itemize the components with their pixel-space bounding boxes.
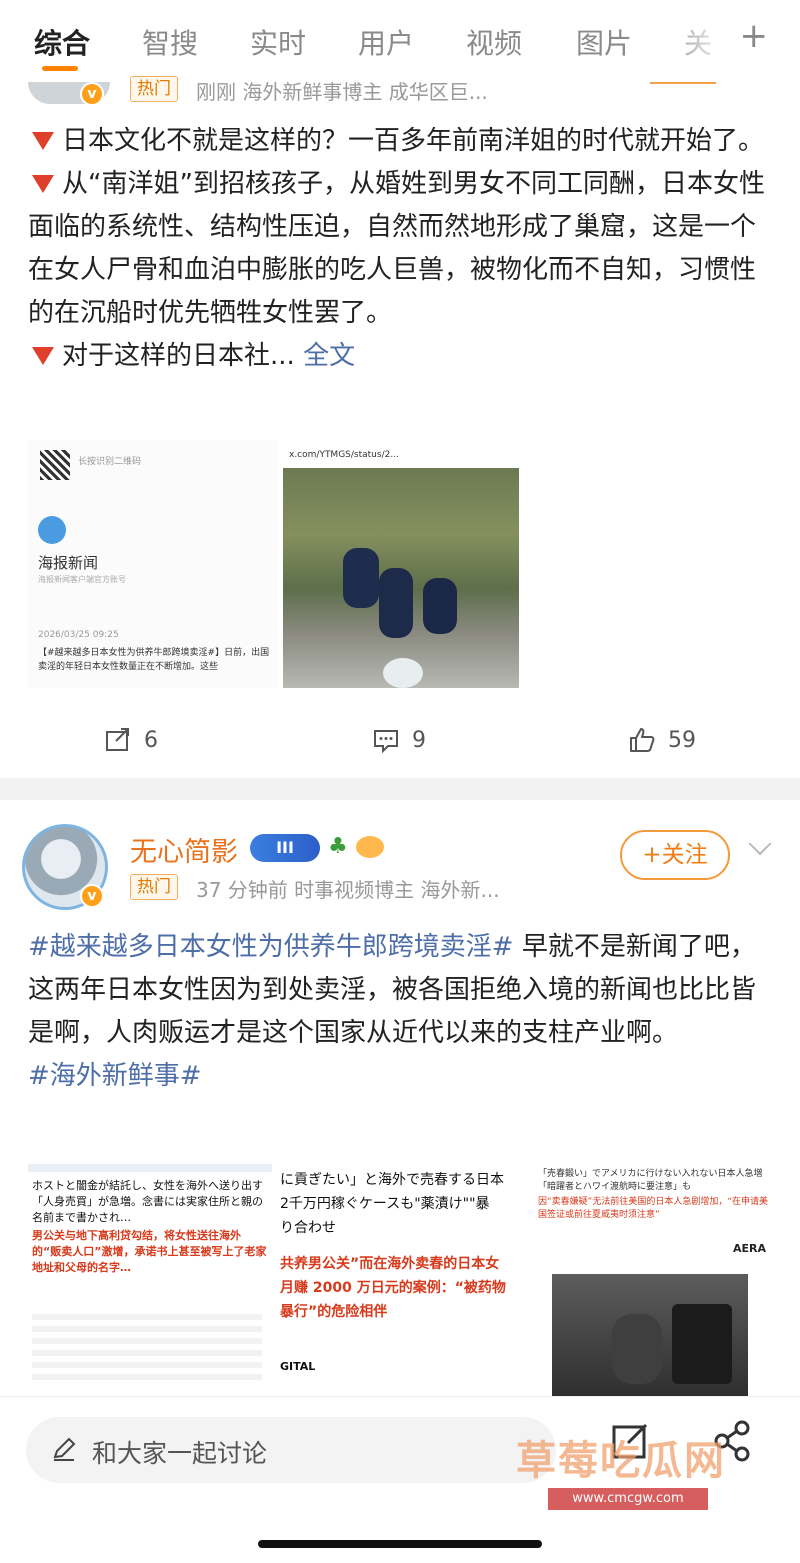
post-card-1: v 热门 刚刚 海外新鲜事博主 成华区巨... 日本文化不就是这样的？一百多年前… — [0, 76, 800, 778]
image-thumbnail-document[interactable]: 长按识别二维码 海报新闻 海报新闻客户端官方账号 2026/03/25 09:2… — [28, 440, 278, 688]
luggage-photo — [552, 1274, 748, 1396]
repost-count: 6 — [144, 727, 158, 753]
image-thumbnail-article[interactable]: に貢ぎたい」と海外で売春する日本 2千万円稼ぐケースも"薬漬け""暴 り合わせ … — [278, 1164, 528, 1396]
article-cn-lines: 共养男公关”而在海外卖春的日本女 月赚 2000 万日元的案例：“被药物 暴行”… — [280, 1256, 506, 1320]
watermark-url: www.cmcgw.com — [548, 1488, 708, 1510]
news-snippet: 【#越来越多日本女性为供养牛郎跨境卖淫#】日前，出国卖淫的年轻日本女性数量正在不… — [38, 648, 270, 672]
sprout-icon: ♣ — [328, 834, 348, 859]
watermark-text: 草莓吃瓜网 — [516, 1438, 726, 1484]
hot-badge: 热门 — [130, 874, 178, 900]
comment-count: 9 — [412, 727, 426, 753]
red-triangle-icon — [32, 346, 54, 365]
person-figure — [343, 548, 379, 608]
username[interactable]: 无心简影 — [130, 830, 238, 869]
like-count: 59 — [668, 727, 696, 753]
person-figure — [612, 1314, 662, 1384]
news-logo-icon — [38, 516, 66, 544]
hashtag-link[interactable]: #海外新鲜事# — [28, 1061, 202, 1091]
post-paragraph: 对于这样的日本社... 全文 — [28, 335, 776, 378]
aera-logo: AERA — [732, 1242, 766, 1255]
photo-url: x.com/YTMGS/status/2... — [289, 450, 399, 460]
verified-badge-icon: v — [80, 82, 104, 106]
level-badge: III — [250, 834, 320, 862]
person-figure — [423, 578, 457, 634]
person-figure — [379, 568, 413, 638]
tab-realtime[interactable]: 实时 — [250, 22, 306, 62]
article-body-lines — [32, 1314, 262, 1384]
post-meta: 37 分钟前 时事视频博主 海外新... — [196, 878, 500, 902]
article-footer: GITAL — [280, 1360, 316, 1373]
news-date: 2026/03/25 09:25 — [38, 630, 119, 640]
tab-fade — [660, 0, 730, 82]
water-splash — [383, 658, 423, 688]
follow-button-edge[interactable] — [650, 82, 716, 84]
active-tab-indicator — [42, 66, 78, 71]
hot-badge: 热门 — [130, 76, 178, 102]
chevron-down-icon[interactable] — [748, 832, 772, 856]
image-thumbnail-article[interactable]: ホストと闇金が結託し、女性を海外へ送り出す「人身売買」が急増。念書には実家住所と… — [28, 1164, 272, 1396]
article-cn-text: 男公关与地下高利贷勾结，将女性送往海外的“贩卖人口”激增，承诺书上甚至被写上了老… — [32, 1229, 267, 1274]
hashtag-link[interactable]: #越来越多日本女性为供养牛郎跨境卖淫# — [28, 932, 514, 962]
red-triangle-icon — [32, 131, 54, 150]
tab-images[interactable]: 图片 — [576, 22, 632, 62]
article-jp-lines: に貢ぎたい」と海外で売春する日本 2千万円稼ぐケースも"薬漬け""暴 り合わせ — [280, 1172, 504, 1236]
tab-video[interactable]: 视频 — [466, 22, 522, 62]
comment-input[interactable]: 和大家一起讨论 — [26, 1417, 556, 1483]
full-text-link[interactable]: 全文 — [303, 341, 355, 371]
repost-button[interactable]: 6 — [104, 726, 158, 754]
post-meta: 刚刚 海外新鲜事博主 成华区巨... — [196, 80, 488, 104]
post-action-bar: 6 9 59 — [0, 712, 800, 778]
suitcase — [672, 1304, 732, 1384]
image-thumbnail-photo[interactable]: x.com/YTMGS/status/2... — [283, 440, 519, 688]
home-indicator[interactable] — [258, 1540, 542, 1548]
article-cn-text: 因“卖春嫌疑”无法前往美国的日本人急剧增加，“在申请美国签证或前往夏威夷时须注意… — [538, 1197, 768, 1220]
article-header-bar — [28, 1164, 272, 1172]
repost-icon — [106, 728, 129, 751]
news-brand: 海报新闻 — [38, 554, 99, 572]
post-paragraph: 从“南洋姐”到招核孩子，从婚姓到男女不同工同酬，日本女性面临的系统性、结构性压迫… — [28, 169, 765, 328]
comment-icon — [374, 730, 398, 754]
image-thumbnail-article[interactable]: 「売春鍛い」でアメリカに行けない入れない日本人急増 「暗躍者とハワイ渡航時に要注… — [534, 1164, 774, 1396]
like-button[interactable]: 59 — [628, 726, 696, 754]
tab-comprehensive[interactable]: 综合 — [34, 22, 90, 62]
pencil-icon — [53, 1437, 76, 1461]
thumbs-up-icon — [630, 728, 655, 752]
qr-code-icon — [40, 450, 70, 480]
follow-button[interactable]: +关注 — [620, 830, 730, 880]
qr-caption: 长按识别二维码 — [78, 457, 142, 467]
post-paragraph: 日本文化不就是这样的？一百多年前南洋姐的时代就开始了。 — [28, 120, 776, 163]
verified-badge-icon: v — [80, 884, 104, 908]
tab-smart-search[interactable]: 智搜 — [142, 22, 198, 62]
outdoor-photo — [283, 468, 519, 688]
tab-users[interactable]: 用户 — [358, 22, 414, 62]
news-sub: 海报新闻客户端官方账号 — [38, 575, 126, 584]
post-body: #越来越多日本女性为供养牛郎跨境卖淫# 早就不是新闻了吧，这两年日本女性因为到处… — [28, 926, 776, 1098]
post-body: 日本文化不就是这样的？一百多年前南洋姐的时代就开始了。 从“南洋姐”到招核孩子，… — [28, 120, 776, 378]
fish-badge-icon — [356, 836, 384, 858]
article-jp-text: ホストと闇金が結託し、女性を海外へ送り出す「人身売買」が急増。念書には実家住所と… — [32, 1179, 263, 1224]
add-tab-icon[interactable]: + — [740, 16, 769, 56]
comment-button[interactable]: 9 — [372, 726, 426, 754]
article-header: 「売春鍛い」でアメリカに行けない入れない日本人急増 「暗躍者とハワイ渡航時に要注… — [538, 1169, 763, 1192]
search-tabs: 综合 智搜 实时 用户 视频 图片 关 + — [0, 0, 800, 82]
comment-placeholder: 和大家一起讨论 — [92, 1439, 268, 1468]
red-triangle-icon — [32, 174, 54, 193]
